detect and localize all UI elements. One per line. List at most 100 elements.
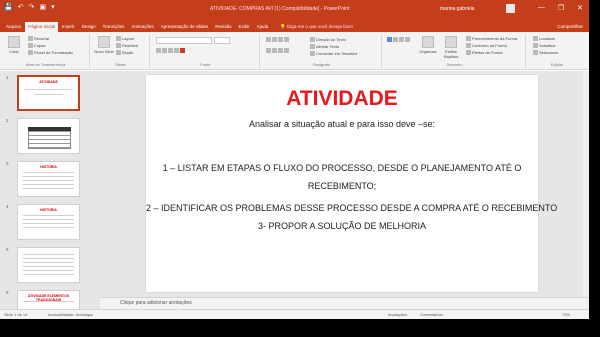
reset-button[interactable]: Redefinir xyxy=(116,43,138,49)
shape-fill-button[interactable]: Preenchimento da Forma xyxy=(466,36,517,42)
thumbnail-row[interactable]: 1 ATIVIDADE xyxy=(6,75,80,111)
select-icon xyxy=(533,50,538,56)
slide-thumbnail[interactable]: ATIVIDADE ELEMENTOS TRADICIONAIS xyxy=(17,290,80,309)
slide-number: 1 xyxy=(6,75,9,80)
minimize-button[interactable]: — xyxy=(538,4,545,12)
slides-group: Novo Slide Layout Redefinir Seção Slides xyxy=(92,34,150,68)
undo-icon[interactable]: ↶ xyxy=(18,3,24,11)
tab-view[interactable]: Exibir xyxy=(235,22,252,32)
paragraph-label: Parágrafo xyxy=(312,62,331,67)
slide-thumbnail[interactable]: HISTÓRIA xyxy=(17,204,80,240)
cut-button[interactable]: Recortar xyxy=(28,36,49,42)
current-slide[interactable]: ATIVIDADE Analisar a situação atual e pa… xyxy=(146,75,557,292)
tab-transitions[interactable]: Transições xyxy=(100,22,128,32)
bold-button[interactable] xyxy=(156,48,186,54)
user-name[interactable]: marina gabriela xyxy=(440,6,474,12)
restore-button[interactable]: ❐ xyxy=(558,4,564,12)
copy-button[interactable]: Copiar xyxy=(28,43,46,49)
format-painter-button[interactable]: Pincel de Formatação xyxy=(28,50,73,56)
redo-icon[interactable]: ↷ xyxy=(29,3,35,11)
clipboard-group: Colar Recortar Copiar Pincel de Formataç… xyxy=(2,34,90,68)
italic-icon xyxy=(162,48,167,54)
font-size-box[interactable] xyxy=(214,37,230,44)
bullets-button[interactable] xyxy=(266,37,290,43)
tab-file[interactable]: Arquivo xyxy=(3,22,24,32)
slide-thumbnail[interactable] xyxy=(17,247,80,283)
replace-button[interactable]: Substituir xyxy=(533,43,556,49)
slide-number: 2 xyxy=(6,118,9,123)
font-name-box[interactable] xyxy=(156,37,212,44)
slide-body-line[interactable]: 2 – IDENTIFICAR OS PROBLEMAS DESSE PROCE… xyxy=(146,203,557,213)
layout-button[interactable]: Layout xyxy=(116,36,134,42)
tell-me-search[interactable]: 💡 Diga-me o que você deseja fazer xyxy=(272,22,353,32)
tab-insert[interactable]: Inserir xyxy=(59,22,78,32)
editing-label: Edição xyxy=(550,62,564,67)
avatar[interactable] xyxy=(506,4,515,13)
title-bar: 💾 ↶ ↷ ▣ ▾ ATIVIDADE- COMPRAS AVI (1) Com… xyxy=(0,0,589,21)
slide-body-line[interactable]: 3- PROPOR A SOLUÇÃO DE MELHORIA xyxy=(146,221,538,231)
arrange-button[interactable]: Organizar xyxy=(418,36,438,54)
quick-styles-button[interactable]: Estilos Rápidos xyxy=(440,36,462,59)
replace-icon xyxy=(533,43,538,49)
tab-review[interactable]: Revisão xyxy=(212,22,234,32)
slide-body-line[interactable]: RECEBIMENTO; xyxy=(146,181,538,191)
customize-qat-icon[interactable]: ▾ xyxy=(51,3,55,11)
thumbnail-row[interactable]: 2 xyxy=(6,118,80,154)
select-button[interactable]: Selecionar xyxy=(533,50,558,56)
save-icon[interactable]: 💾 xyxy=(4,3,13,11)
drawing-label: Desenho xyxy=(446,62,463,67)
section-button[interactable]: Seção xyxy=(116,50,133,56)
align-buttons[interactable] xyxy=(266,48,290,54)
slide-number: 3 xyxy=(6,161,9,166)
new-slide-icon xyxy=(98,36,110,48)
find-button[interactable]: Localizar xyxy=(533,36,555,42)
accessibility-status[interactable]: Acessibilidade: investigar xyxy=(48,312,93,317)
search-icon xyxy=(533,36,538,42)
paragraph-group: Direção do Texto Alinhar Texto Converter… xyxy=(262,34,382,68)
present-icon[interactable]: ▣ xyxy=(39,3,46,11)
tab-home[interactable]: Página Inicial xyxy=(25,22,59,32)
slide-number: 6 xyxy=(6,290,9,295)
fill-icon xyxy=(466,36,471,42)
text-direction-button[interactable]: Direção do Texto xyxy=(310,37,346,43)
paste-button[interactable]: Colar xyxy=(5,36,23,54)
shapes-gallery[interactable] xyxy=(387,37,411,43)
quick-access-toolbar: 💾 ↶ ↷ ▣ ▾ xyxy=(4,3,55,11)
thumbnail-row[interactable]: 5 xyxy=(6,247,80,283)
smartart-button[interactable]: Converter em SmartArt xyxy=(310,51,357,57)
notes-toggle[interactable]: Anotações xyxy=(388,312,407,317)
slide-thumbnail[interactable] xyxy=(17,118,80,154)
thumbnail-row[interactable]: 6 ATIVIDADE ELEMENTOS TRADICIONAIS xyxy=(6,290,80,309)
comments-toggle[interactable]: Comentários xyxy=(420,312,443,317)
align-text-button[interactable]: Alinhar Texto xyxy=(310,44,339,50)
text-direction-icon xyxy=(310,37,315,43)
slide-subtitle[interactable]: Analisar a situação atual e para isso de… xyxy=(146,119,538,129)
thumbnail-text-line xyxy=(23,227,74,228)
slide-body-line[interactable]: 1 – LISTAR EM ETAPAS O FLUXO DO PROCESSO… xyxy=(146,163,538,173)
underline-icon xyxy=(168,48,173,54)
thumbnail-title: HISTÓRIA xyxy=(40,208,57,212)
notes-pane[interactable]: Clique para adicionar anotações xyxy=(100,297,589,309)
thumbnail-text-line xyxy=(34,94,63,95)
slide-thumbnail[interactable]: HISTÓRIA xyxy=(17,161,80,197)
shape-icon xyxy=(393,37,398,43)
thumbnail-row[interactable]: 4 HISTÓRIA xyxy=(6,204,80,240)
vertical-scrollbar[interactable] xyxy=(583,71,589,297)
slide-editing-area[interactable]: ATIVIDADE Analisar a situação atual e pa… xyxy=(100,71,589,297)
share-button[interactable]: Compartilhar xyxy=(557,24,583,29)
section-icon xyxy=(116,50,121,56)
tab-help[interactable]: Ajuda xyxy=(254,22,272,32)
slide-title[interactable]: ATIVIDADE xyxy=(146,87,538,111)
thumbnail-title: ATIVIDADE xyxy=(39,80,58,84)
close-button[interactable]: ✕ xyxy=(577,4,583,12)
tab-slideshow[interactable]: Apresentação de Slides xyxy=(158,22,212,32)
thumbnail-row[interactable]: 3 HISTÓRIA xyxy=(6,161,80,197)
justify-icon xyxy=(284,48,289,54)
shape-outline-button[interactable]: Contorno da Forma xyxy=(466,43,507,49)
shape-effects-button[interactable]: Efeitos de Forma xyxy=(466,50,502,56)
tab-animations[interactable]: Animações xyxy=(128,22,156,32)
new-slide-button[interactable]: Novo Slide xyxy=(94,36,114,54)
slide-thumbnail[interactable]: ATIVIDADE xyxy=(17,75,80,111)
tab-design[interactable]: Design xyxy=(79,22,99,32)
zoom-level[interactable]: 73% xyxy=(562,312,570,317)
